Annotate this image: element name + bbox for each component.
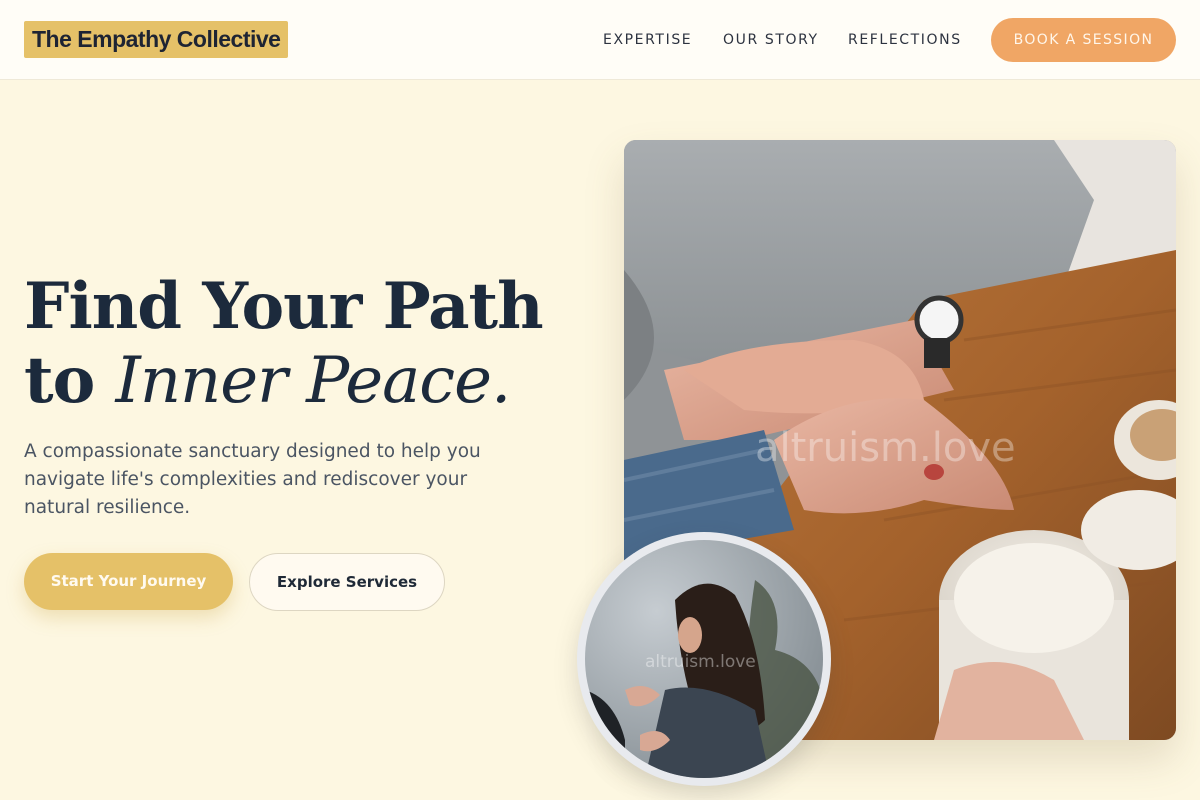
inset-photo-frame: altruism.love	[577, 532, 831, 786]
hero-photo-watermark: altruism.love	[755, 425, 1016, 471]
book-session-button[interactable]: BOOK A SESSION	[991, 18, 1176, 62]
nav-link-our-story[interactable]: OUR STORY	[723, 30, 819, 50]
nav-link-reflections[interactable]: REFLECTIONS	[848, 30, 962, 50]
headline-line-1: Find Your Path	[24, 269, 544, 344]
headline-to: to	[24, 343, 116, 418]
nav-link-expertise[interactable]: EXPERTISE	[603, 30, 692, 50]
headline-line-2: to Inner Peace.	[24, 343, 584, 419]
start-journey-button[interactable]: Start Your Journey	[24, 553, 233, 610]
inset-photo-woman: altruism.love	[585, 540, 823, 778]
site-header: The Empathy Collective EXPERTISE OUR STO…	[0, 0, 1200, 80]
hero-description: A compassionate sanctuary designed to he…	[24, 441, 481, 518]
hero-headline: Find Your Path to Inner Peace.	[24, 269, 584, 419]
headline-emphasis: Inner Peace.	[115, 344, 512, 418]
inset-photo-watermark: altruism.love	[645, 652, 756, 672]
explore-services-button[interactable]: Explore Services	[249, 553, 445, 611]
site-logo[interactable]: The Empathy Collective	[24, 21, 289, 58]
